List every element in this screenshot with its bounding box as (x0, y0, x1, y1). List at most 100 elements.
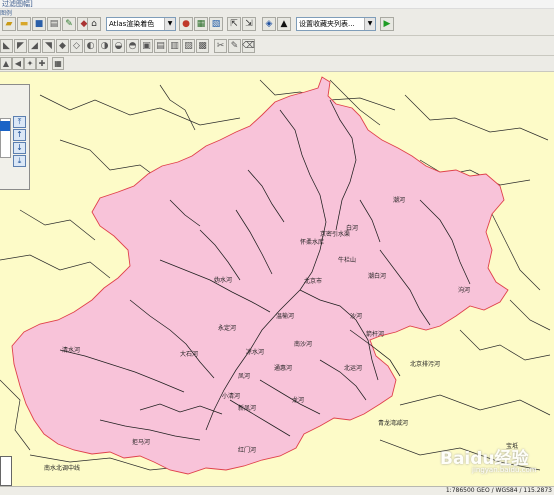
map-label: 妫水河 (214, 276, 232, 284)
menu-hint: 图例 (0, 10, 13, 17)
tool-16-button[interactable]: ✂ (214, 39, 227, 53)
zoom-top-button[interactable]: ⤒ (13, 116, 26, 128)
go-button[interactable]: ▶ (380, 17, 394, 31)
pencil-icon: ✎ (65, 19, 73, 29)
palette-icon: ● (182, 19, 190, 29)
print-button[interactable]: ▤ (47, 17, 61, 31)
zoom-level-selection (0, 121, 10, 131)
map-label: 凉水河 (246, 348, 264, 356)
open-button[interactable]: ▬ (17, 17, 31, 31)
status-bar: 1:786500 GEO / WGS84 / 115.2873 (0, 486, 554, 495)
north-button[interactable]: ▲ (277, 17, 291, 31)
map-label: 红门河 (238, 446, 256, 454)
tool-17-button[interactable]: ✎ (228, 39, 241, 53)
draw-icon: ✚ (38, 58, 46, 68)
map-label: 龙河 (292, 396, 304, 404)
tool-icon: ✎ (230, 41, 239, 51)
edit-toolbar: ◣ ◤ ◢ ◥ ◆ ◇ ◐ ◑ ◒ ◓ ▣ ▤ ▥ ▨ ▩ ✂ ✎ ⌫ (0, 36, 554, 56)
tool-18-button[interactable]: ⌫ (242, 39, 255, 53)
save-button[interactable]: ■ (32, 17, 46, 31)
home-button[interactable]: ⌂ (87, 17, 101, 31)
map-canvas[interactable]: 北京市 潮河 白河 怀柔水库 牛栏山 京密引水渠 温榆河 永定河 清水河 凉水河… (0, 72, 554, 486)
draw-toolbar: ▲ ◀ ✦ ✚ ▦ (0, 56, 554, 72)
tool-icon: ⌫ (242, 41, 255, 51)
map-label: 清水河 (62, 346, 80, 354)
chevron-down-icon: ▼ (364, 18, 375, 30)
watermark-url: jingyan.baidu.com (472, 466, 537, 474)
tool-7-button[interactable]: ◐ (84, 39, 97, 53)
draw-2-button[interactable]: ◀ (12, 57, 24, 70)
tool-13-button[interactable]: ▥ (168, 39, 181, 53)
cursor-button[interactable]: ⇱ (227, 17, 241, 31)
grid-icon: ▦ (196, 19, 206, 29)
map-label: 南水北调中线 (44, 464, 80, 472)
center-button[interactable]: ◈ (262, 17, 276, 31)
tool-4-button[interactable]: ◥ (42, 39, 55, 53)
edit-button[interactable]: ✎ (62, 17, 76, 31)
map-label: 永定河 (218, 324, 236, 332)
tool-icon: ◣ (3, 41, 10, 51)
home-icon: ⌂ (91, 19, 97, 29)
tool-5-button[interactable]: ◆ (56, 39, 69, 53)
tool-icon: ◆ (59, 41, 66, 51)
tool-2-button[interactable]: ◤ (14, 39, 27, 53)
tool-11-button[interactable]: ▣ (140, 39, 153, 53)
tool-6-button[interactable]: ◇ (70, 39, 83, 53)
cursor-icon: ⇱ (230, 19, 238, 29)
tool-9-button[interactable]: ◒ (112, 39, 125, 53)
tool-8-button[interactable]: ◑ (98, 39, 111, 53)
zoom-up-button[interactable]: ↑ (13, 129, 26, 141)
move-button[interactable]: ⇲ (242, 17, 256, 31)
map-label: 凤河 (238, 372, 250, 380)
zoom-bottom-button[interactable]: ⤓ (13, 155, 26, 167)
grid-button[interactable]: ▦ (194, 17, 208, 31)
chevron-down-icon: ▼ (164, 18, 175, 30)
main-toolbar: 图例 ▰ ▬ ■ ▤ ✎ ◆ ⌂ Atlas渲染着色 ▼ ● ▦ ▧ ⇱ ⇲ ◈ … (0, 9, 554, 36)
arrow-down-icon: ↓ (16, 143, 23, 152)
map-label: 拒马河 (132, 438, 150, 446)
tool-3-button[interactable]: ◢ (28, 39, 41, 53)
tool-icon: ✂ (216, 41, 225, 51)
tool-icon: ◑ (100, 41, 109, 51)
arrow-up-icon: ↑ (16, 130, 23, 139)
tool-14-button[interactable]: ▨ (182, 39, 195, 53)
map-label: 大石河 (180, 350, 198, 358)
map-label: 北京市 (304, 277, 322, 285)
map-label: 潮白河 (368, 272, 386, 280)
map-label: 青龙湾减河 (378, 419, 408, 427)
render-mode-select[interactable]: Atlas渲染着色 ▼ (106, 17, 176, 31)
table-icon: ▦ (54, 58, 62, 68)
map-label: 南沙河 (294, 340, 312, 348)
map-label: 北运河 (344, 364, 362, 372)
tool-icon: ◥ (45, 41, 52, 51)
map-label: 牛栏山 (338, 256, 356, 264)
tool-10-button[interactable]: ◓ (126, 39, 139, 53)
draw-4-button[interactable]: ✚ (36, 57, 48, 70)
export-button[interactable]: ▧ (209, 17, 223, 31)
tool-icon: ▤ (156, 41, 165, 51)
tool-icon: ◓ (128, 41, 137, 51)
arrow-up-end-icon: ⤒ (17, 117, 22, 126)
tool-1-button[interactable]: ◣ (0, 39, 13, 53)
table-button[interactable]: ▦ (52, 57, 64, 70)
map-label: 泃河 (458, 286, 470, 294)
map-label: 怀柔水库 (300, 238, 324, 246)
new-map-button[interactable]: ▰ (2, 17, 16, 31)
zoom-down-button[interactable]: ↓ (13, 142, 26, 154)
map-label: 箭杆河 (366, 330, 384, 338)
map-label: 小清河 (222, 392, 240, 400)
draw-3-button[interactable]: ✦ (24, 57, 36, 70)
color-button[interactable]: ● (179, 17, 193, 31)
bookmark-select[interactable]: 设置收藏夹列表... ▼ (296, 17, 376, 31)
map-label: 潮河 (393, 196, 405, 204)
draw-icon: ✦ (26, 58, 34, 68)
tool-icon: ◢ (31, 41, 38, 51)
arrow-down-end-icon: ⤓ (17, 156, 22, 165)
tool-15-button[interactable]: ▩ (196, 39, 209, 53)
map-label: 新凤河 (238, 404, 256, 412)
tool-icon: ▣ (142, 41, 151, 51)
zoom-panel: ⤒ ↑ ↓ ⤓ (0, 84, 30, 190)
draw-icon: ◀ (14, 58, 22, 68)
draw-1-button[interactable]: ▲ (0, 57, 12, 70)
tool-12-button[interactable]: ▤ (154, 39, 167, 53)
